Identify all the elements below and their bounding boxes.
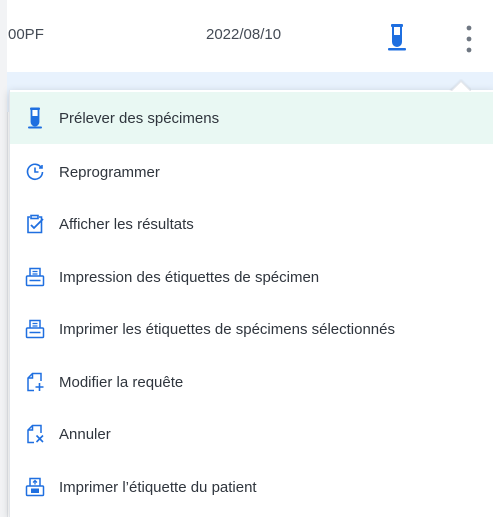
row-code: 00PF — [8, 26, 44, 43]
menu-item-print-patient-label[interactable]: Imprimer l’étiquette du patient — [10, 461, 493, 513]
test-tube-icon — [25, 107, 45, 129]
clock-arrow-icon — [25, 162, 45, 182]
row-date: 2022/08/10 — [206, 26, 282, 43]
document-plus-icon — [25, 372, 45, 392]
menu-item-label: Reprogrammer — [59, 163, 160, 181]
menu-item-modify-request[interactable]: Modifier la requête — [10, 356, 493, 408]
menu-item-reschedule[interactable]: Reprogrammer — [10, 146, 493, 198]
menu-item-label: Imprimer les étiquettes de spécimens sél… — [59, 320, 395, 338]
more-vertical-icon[interactable] — [461, 24, 477, 60]
patient-label-printer-icon — [25, 477, 45, 497]
page: 00PF 2022/08/10 Prélever des spécimens R… — [0, 0, 493, 517]
menu-item-label: Imprimer l’étiquette du patient — [59, 478, 257, 496]
actions-menu: Prélever des spécimens Reprogrammer Affi… — [9, 90, 493, 517]
table-row[interactable]: 00PF 2022/08/10 — [7, 0, 493, 73]
clipboard-check-icon — [25, 214, 45, 234]
printer-icon — [25, 319, 45, 339]
menu-item-print-selected-specimen-labels[interactable]: Imprimer les étiquettes de spécimens sél… — [10, 303, 493, 355]
menu-item-label: Prélever des spécimens — [59, 109, 220, 127]
printer-icon — [25, 267, 45, 287]
menu-item-show-results[interactable]: Afficher les résultats — [10, 198, 493, 250]
menu-item-label: Annuler — [59, 425, 111, 443]
menu-item-label: Afficher les résultats — [59, 215, 194, 233]
test-tube-icon[interactable] — [387, 23, 409, 51]
menu-item-collect-specimens[interactable]: Prélever des spécimens — [10, 92, 493, 144]
menu-item-print-specimen-labels[interactable]: Impression des étiquettes de spécimen — [10, 251, 493, 303]
menu-item-label: Modifier la requête — [59, 373, 184, 391]
menu-item-cancel[interactable]: Annuler — [10, 408, 493, 460]
document-x-icon — [25, 424, 45, 444]
menu-item-label: Impression des étiquettes de spécimen — [59, 268, 320, 286]
menu-pointer — [449, 79, 471, 91]
